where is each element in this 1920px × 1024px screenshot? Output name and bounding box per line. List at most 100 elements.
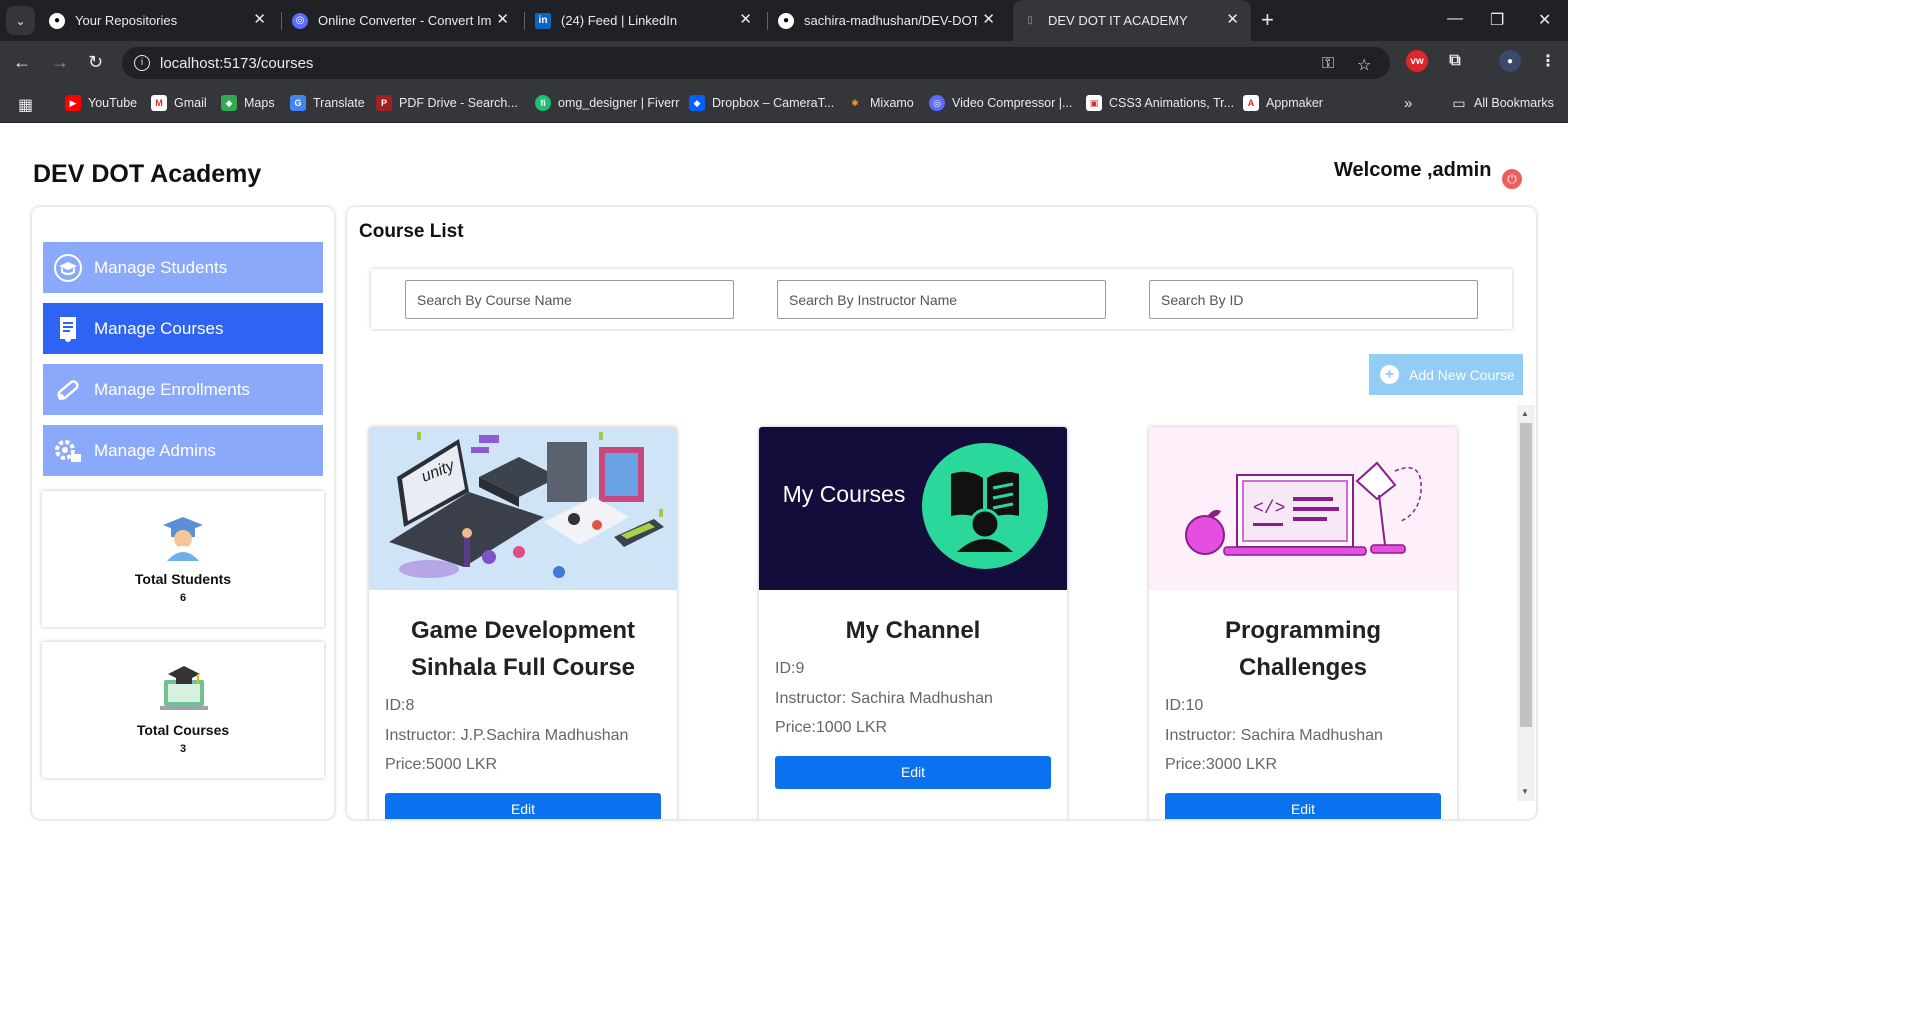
tab-github-repo[interactable]: ● sachira-madhushan/DEV-DOT-I ✕ xyxy=(769,0,1007,41)
close-icon[interactable]: ✕ xyxy=(496,12,509,28)
maps-icon: ◆ xyxy=(221,95,237,111)
course-instructor: Instructor: Sachira Madhushan xyxy=(775,690,993,707)
pdfdrive-icon: P xyxy=(376,95,392,111)
sidebar-item-manage-admins[interactable]: Manage Admins xyxy=(43,425,323,476)
course-list-panel: Course List + Add New Course xyxy=(347,207,1536,819)
close-icon[interactable]: ✕ xyxy=(1226,12,1239,28)
search-instructor-input[interactable] xyxy=(777,280,1106,319)
address-bar[interactable]: i localhost:5173/courses ⚿ ☆ xyxy=(122,47,1390,79)
password-key-icon[interactable]: ⚿ xyxy=(1322,55,1334,73)
restore-icon[interactable]: ❐ xyxy=(1490,10,1504,30)
apps-grid-icon[interactable]: ▦ xyxy=(18,95,33,115)
tab-your-repositories[interactable]: ● Your Repositories ✕ xyxy=(40,0,278,41)
bookmark-label: CSS3 Animations, Tr... xyxy=(1109,96,1235,110)
plus-circle-icon: + xyxy=(1380,365,1399,384)
bookmark-label: Translate xyxy=(313,96,365,110)
close-icon[interactable]: ✕ xyxy=(739,12,752,28)
bookmark-appmaker[interactable]: A Appmaker xyxy=(1243,95,1323,111)
bookmark-mixamo[interactable]: ✱ Mixamo xyxy=(847,95,914,111)
thumbnail-text: My Courses xyxy=(782,481,906,507)
bookmark-label: Maps xyxy=(244,96,275,110)
close-icon[interactable]: ✕ xyxy=(253,12,266,28)
all-bookmarks-label: All Bookmarks xyxy=(1474,96,1554,110)
sidebar-item-label: Manage Students xyxy=(94,257,228,277)
bookmark-youtube[interactable]: ▶ YouTube xyxy=(65,95,137,111)
logout-power-icon[interactable]: ⏻ xyxy=(1502,169,1522,189)
tab-title: (24) Feed | LinkedIn xyxy=(561,13,678,28)
extension-vw-icon[interactable]: vw xyxy=(1406,50,1428,72)
course-price: Price:3000 LKR xyxy=(1165,756,1278,773)
mixamo-icon: ✱ xyxy=(851,97,859,108)
tab-dev-dot-academy[interactable]: ▯ DEV DOT IT ACADEMY ✕ xyxy=(1013,0,1251,41)
extensions-puzzle-icon[interactable]: ⧉ xyxy=(1444,50,1466,72)
course-card: </> Programming Challenges ID:10 Instruc… xyxy=(1149,427,1457,819)
more-menu-icon[interactable]: ⋮ xyxy=(1537,50,1559,72)
brand-title: DEV DOT Academy xyxy=(33,160,262,188)
more-bookmarks-icon[interactable]: » xyxy=(1404,95,1412,112)
url-text[interactable]: localhost:5173/courses xyxy=(160,55,313,72)
bookmark-fiverr[interactable]: fi omg_designer | Fiverr xyxy=(535,95,679,111)
site-info-icon[interactable]: i xyxy=(134,55,150,71)
welcome-text: Welcome ,admin xyxy=(1334,159,1492,181)
cards-scrollbar[interactable]: ▲ ▼ xyxy=(1517,405,1535,801)
bookmark-label: Dropbox – CameraT... xyxy=(712,96,835,110)
course-price: Price:5000 LKR xyxy=(385,756,498,773)
tab-title: sachira-madhushan/DEV-DOT-I xyxy=(804,13,977,28)
bookmark-maps[interactable]: ◆ Maps xyxy=(221,95,275,111)
edit-course-button[interactable]: Edit xyxy=(385,793,661,819)
bookmark-video-compressor[interactable]: ◎ Video Compressor |... xyxy=(929,95,1072,111)
window-close-icon[interactable]: ✕ xyxy=(1538,10,1551,30)
close-icon[interactable]: ✕ xyxy=(982,12,995,28)
forward-icon[interactable]: → xyxy=(51,51,69,73)
tab-linkedin[interactable]: in (24) Feed | LinkedIn ✕ xyxy=(526,0,764,41)
new-tab-button[interactable]: + xyxy=(1261,9,1274,31)
minimize-icon[interactable]: — xyxy=(1447,10,1463,28)
bookmark-translate[interactable]: G Translate xyxy=(290,95,365,111)
course-thumbnail-game-dev: unity xyxy=(369,427,677,590)
edit-course-button[interactable]: Edit xyxy=(775,756,1051,789)
students-icon xyxy=(53,253,83,283)
courses-icon xyxy=(53,314,83,344)
search-course-name-input[interactable] xyxy=(405,280,734,319)
sidebar-item-label: Manage Admins xyxy=(94,440,216,460)
all-bookmarks-button[interactable]: ▭ All Bookmarks xyxy=(1451,95,1554,111)
edit-course-button[interactable]: Edit xyxy=(1165,793,1441,819)
add-new-course-button[interactable]: + Add New Course xyxy=(1369,354,1523,395)
tab-title: Your Repositories xyxy=(75,13,178,28)
svg-text:</>: </> xyxy=(1253,499,1285,519)
profile-avatar[interactable]: ● xyxy=(1499,50,1521,72)
bookmark-star-icon[interactable]: ☆ xyxy=(1357,55,1371,75)
admins-icon xyxy=(53,436,83,466)
course-thumbnail-my-channel: My Courses xyxy=(759,427,1067,590)
bookmark-dropbox[interactable]: ◆ Dropbox – CameraT... xyxy=(689,95,834,111)
bookmark-gmail[interactable]: M Gmail xyxy=(151,95,207,111)
course-card: unity Game Development Sinhala Full Cour… xyxy=(369,427,677,819)
tab-online-converter[interactable]: ◎ Online Converter - Convert Ima ✕ xyxy=(283,0,521,41)
scroll-up-icon[interactable]: ▲ xyxy=(1521,409,1529,418)
scrollbar-thumb[interactable] xyxy=(1520,423,1532,727)
appmaker-icon: A xyxy=(1243,95,1259,111)
course-id: ID:10 xyxy=(1165,697,1204,714)
linkedin-icon: in xyxy=(535,12,551,29)
tab-search-button[interactable]: ⌄ xyxy=(6,6,35,35)
search-id-input[interactable] xyxy=(1149,280,1478,319)
course-instructor: Instructor: J.P.Sachira Madhushan xyxy=(385,727,629,744)
converter-icon: ◎ xyxy=(292,12,308,29)
stat-total-courses: Total Courses 3 xyxy=(42,642,324,778)
bookmark-label: Video Compressor |... xyxy=(952,96,1073,110)
app-page: DEV DOT Academy Welcome ,admin ⏻ Manage … xyxy=(0,124,1568,838)
reload-icon[interactable]: ↻ xyxy=(88,51,103,73)
add-button-label: Add New Course xyxy=(1409,366,1515,383)
scroll-down-icon[interactable]: ▼ xyxy=(1521,787,1529,796)
css3-icon: ▣ xyxy=(1086,95,1102,111)
back-icon[interactable]: ← xyxy=(13,51,31,73)
sidebar-item-manage-enrollments[interactable]: Manage Enrollments xyxy=(43,364,323,415)
course-card: My Courses My Channel ID:9 Instructor: S… xyxy=(759,427,1067,819)
folder-icon: ▭ xyxy=(1452,94,1466,111)
bookmark-css3[interactable]: ▣ CSS3 Animations, Tr... xyxy=(1086,95,1234,111)
bookmark-label: Gmail xyxy=(174,96,207,110)
sidebar-item-manage-courses[interactable]: Manage Courses xyxy=(43,303,323,354)
bookmark-pdfdrive[interactable]: P PDF Drive - Search... xyxy=(376,95,518,111)
sidebar-item-manage-students[interactable]: Manage Students xyxy=(43,242,323,293)
fiverr-icon: fi xyxy=(535,95,551,111)
